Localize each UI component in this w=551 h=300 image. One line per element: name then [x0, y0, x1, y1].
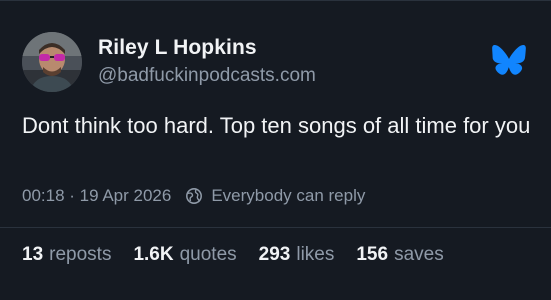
reposts-stat[interactable]: 13 reposts: [22, 244, 111, 266]
saves-stat[interactable]: 156 saves: [356, 244, 443, 266]
post-stats: 13 reposts 1.6K quotes 293 likes 156 sav…: [22, 244, 466, 266]
likes-count: 293: [258, 244, 291, 265]
saves-count: 156: [356, 244, 389, 265]
saves-label: saves: [394, 244, 444, 265]
post-timestamp[interactable]: 00:18 · 19 Apr 2026: [22, 186, 171, 206]
reply-setting-label[interactable]: Everybody can reply: [211, 186, 365, 206]
quotes-count: 1.6K: [133, 244, 174, 265]
author-display-name[interactable]: Riley L Hopkins: [98, 36, 257, 60]
post-text: Dont think too hard. Top ten songs of al…: [22, 113, 531, 138]
quotes-label: quotes: [179, 244, 237, 265]
reposts-label: reposts: [49, 244, 112, 265]
bluesky-butterfly-icon[interactable]: [492, 45, 526, 75]
earth-icon: [186, 188, 203, 204]
likes-label: likes: [296, 244, 335, 265]
avatar-photo-icon: [22, 32, 82, 92]
author-handle[interactable]: @badfuckinpodcasts.com: [98, 65, 316, 87]
quotes-stat[interactable]: 1.6K quotes: [133, 244, 236, 266]
divider: [0, 227, 551, 228]
post-card: Riley L Hopkins @badfuckinpodcasts.com D…: [0, 0, 551, 300]
avatar[interactable]: [22, 32, 82, 92]
post-meta: 00:18 · 19 Apr 2026 Everybody can reply: [22, 186, 365, 206]
reposts-count: 13: [22, 244, 44, 265]
likes-stat[interactable]: 293 likes: [259, 244, 335, 266]
